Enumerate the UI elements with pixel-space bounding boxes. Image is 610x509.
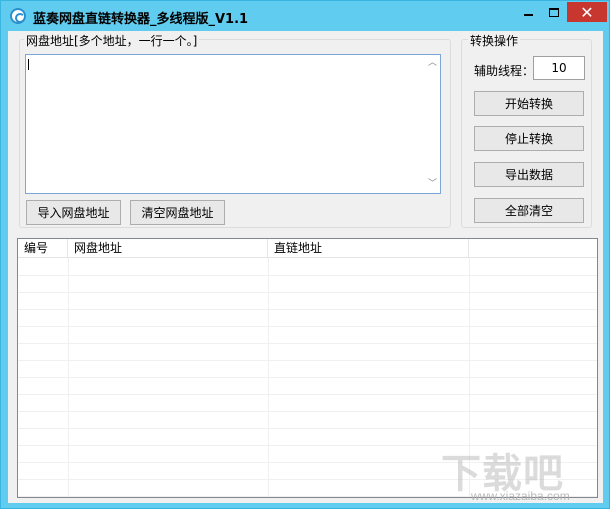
stop-convert-button[interactable]: 停止转换 [474,126,584,151]
title-bar[interactable]: 蓝奏网盘直链转换器_多线程版_V1.1 ✕ [1,1,609,31]
thread-count-input[interactable]: 10 [533,56,585,80]
grid-row-line [18,326,597,327]
window-title: 蓝奏网盘直链转换器_多线程版_V1.1 [33,12,249,27]
watermark: 下载吧 www.xiazaiba.com [441,441,606,507]
minimize-icon [523,14,533,16]
maximize-icon [549,7,559,17]
grid-row-line [18,292,597,293]
url-group-legend: 网盘地址[多个地址，一行一个。] [24,32,200,49]
client-area: 网盘地址[多个地址，一行一个。] ︿ ﹀ 导入网盘地址 清空网盘地址 转换操作 … [8,31,603,503]
maximize-button[interactable] [541,2,567,22]
grid-row-line [18,377,597,378]
export-data-button[interactable]: 导出数据 [474,162,584,187]
scroll-up-icon[interactable]: ︿ [428,59,437,68]
grid-row-line [18,309,597,310]
start-convert-button[interactable]: 开始转换 [474,91,584,116]
url-groupbox: 网盘地址[多个地址，一行一个。] ︿ ﹀ 导入网盘地址 清空网盘地址 [19,32,451,228]
textarea-scrollbar[interactable]: ︿ ﹀ [425,55,440,193]
watermark-url: www.xiazaiba.com [471,489,570,503]
grid-row-line [18,394,597,395]
close-button[interactable]: ✕ [567,2,607,22]
clear-urls-button[interactable]: 清空网盘地址 [130,200,225,225]
text-caret [28,59,29,70]
minimize-button[interactable] [515,2,541,22]
grid-row-line [18,360,597,361]
url-textarea[interactable]: ︿ ﹀ [25,54,441,194]
import-urls-button[interactable]: 导入网盘地址 [26,200,121,225]
column-header-extra[interactable] [469,239,597,258]
thread-label: 辅助线程： [474,64,535,78]
scroll-down-icon[interactable]: ﹀ [428,180,437,189]
clear-all-button[interactable]: 全部清空 [474,198,584,223]
operations-legend: 转换操作 [468,32,521,49]
grid-row-line [18,343,597,344]
column-header-id[interactable]: 编号 [18,239,68,258]
column-header-direct-link[interactable]: 直链地址 [268,239,469,258]
operations-groupbox: 转换操作 辅助线程： 10 开始转换 停止转换 导出数据 全部清空 [461,32,592,228]
list-header: 编号 网盘地址 直链地址 [18,239,597,258]
grid-row-line [18,411,597,412]
grid-row-line [18,428,597,429]
close-icon: ✕ [580,2,594,22]
app-icon [10,8,26,24]
column-header-url[interactable]: 网盘地址 [68,239,268,258]
app-window: 蓝奏网盘直链转换器_多线程版_V1.1 ✕ 网盘地址[多个地址，一行一个。] ︿… [0,0,610,509]
grid-row-line [18,275,597,276]
